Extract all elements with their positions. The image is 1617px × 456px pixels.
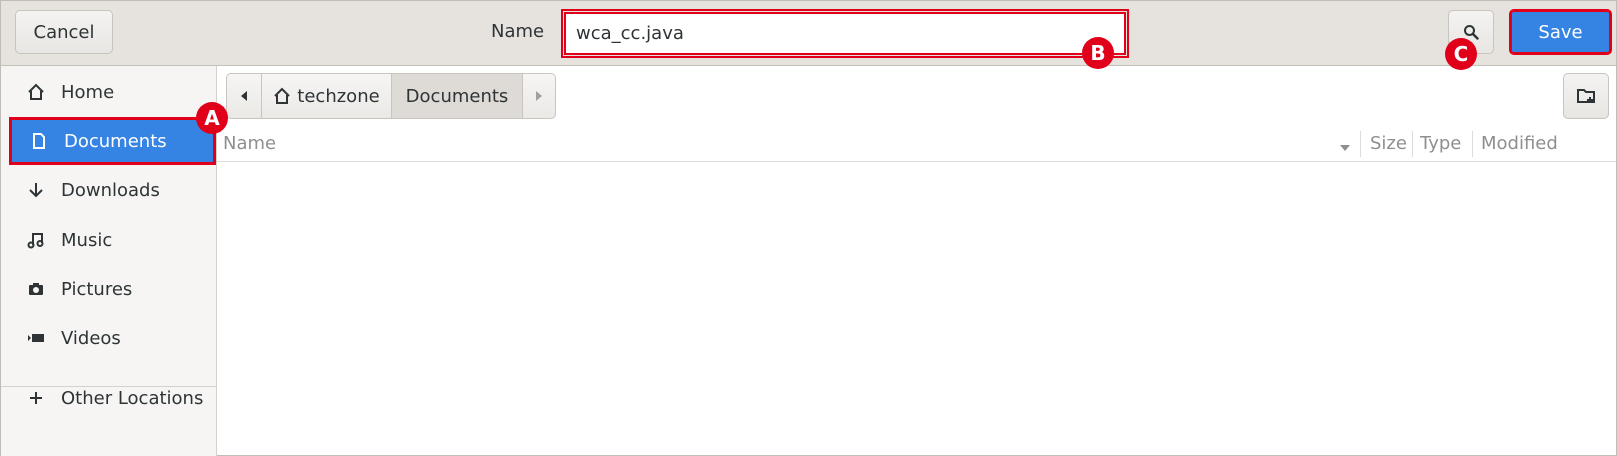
path-segment-label: techzone <box>297 85 380 107</box>
path-bar: techzone Documents <box>226 73 556 119</box>
save-button[interactable]: Save <box>1509 9 1612 55</box>
path-back-button[interactable] <box>226 73 262 119</box>
sidebar-item-pictures[interactable]: Pictures <box>1 265 216 313</box>
path-forward-button[interactable] <box>522 73 556 119</box>
annotation-badge-c: C <box>1445 38 1477 70</box>
file-list-header: Name Size Type Modified <box>217 127 1616 162</box>
home-icon <box>27 83 53 101</box>
column-separator <box>1412 131 1413 157</box>
document-icon <box>30 132 56 150</box>
file-save-dialog: Cancel Name Save Home Documents <box>0 0 1617 456</box>
places-sidebar: Home Documents Downloads Music Pictures <box>1 66 217 456</box>
plus-icon <box>27 389 53 407</box>
sidebar-item-documents[interactable]: Documents <box>9 117 216 165</box>
sidebar-item-music[interactable]: Music <box>1 216 216 264</box>
column-header-name[interactable]: Name <box>223 133 276 154</box>
chevron-right-icon <box>536 91 542 101</box>
music-icon <box>27 231 53 249</box>
sidebar-item-downloads[interactable]: Downloads <box>1 166 216 214</box>
sort-arrow-icon[interactable] <box>1339 137 1351 158</box>
column-header-size[interactable]: Size <box>1370 133 1407 154</box>
annotation-badge-a: A <box>196 102 228 134</box>
annotation-badge-b: B <box>1082 37 1114 69</box>
cancel-button[interactable]: Cancel <box>15 10 113 54</box>
name-label: Name <box>491 21 545 42</box>
path-segment-techzone[interactable]: techzone <box>261 73 392 119</box>
download-icon <box>27 181 53 199</box>
filename-input[interactable] <box>561 9 1129 58</box>
home-icon <box>273 87 291 105</box>
search-icon <box>1464 25 1479 40</box>
sidebar-item-label: Videos <box>61 327 121 349</box>
video-icon <box>27 329 53 347</box>
sidebar-item-label: Music <box>61 229 113 251</box>
camera-icon <box>27 280 53 298</box>
sidebar-item-label: Other Locations <box>61 387 204 409</box>
column-separator <box>1472 131 1473 157</box>
sidebar-item-label: Pictures <box>61 278 133 300</box>
sidebar-item-label: Home <box>61 81 115 103</box>
new-folder-icon <box>1577 89 1595 103</box>
sidebar-item-videos[interactable]: Videos <box>1 314 216 362</box>
chevron-left-icon <box>241 91 247 101</box>
header-bar: Cancel Name Save <box>1 1 1616 66</box>
sidebar-item-label: Documents <box>64 130 167 152</box>
sidebar-item-other-locations[interactable]: Other Locations <box>1 374 216 422</box>
sidebar-item-label: Downloads <box>61 179 160 201</box>
column-separator <box>1360 131 1361 157</box>
column-header-modified[interactable]: Modified <box>1481 133 1558 154</box>
new-folder-button[interactable] <box>1563 73 1609 119</box>
file-list[interactable] <box>217 162 1616 455</box>
path-segment-label: Documents <box>405 85 509 107</box>
column-header-type[interactable]: Type <box>1420 133 1461 154</box>
path-segment-documents[interactable]: Documents <box>391 73 523 119</box>
sidebar-item-home[interactable]: Home <box>1 68 216 116</box>
